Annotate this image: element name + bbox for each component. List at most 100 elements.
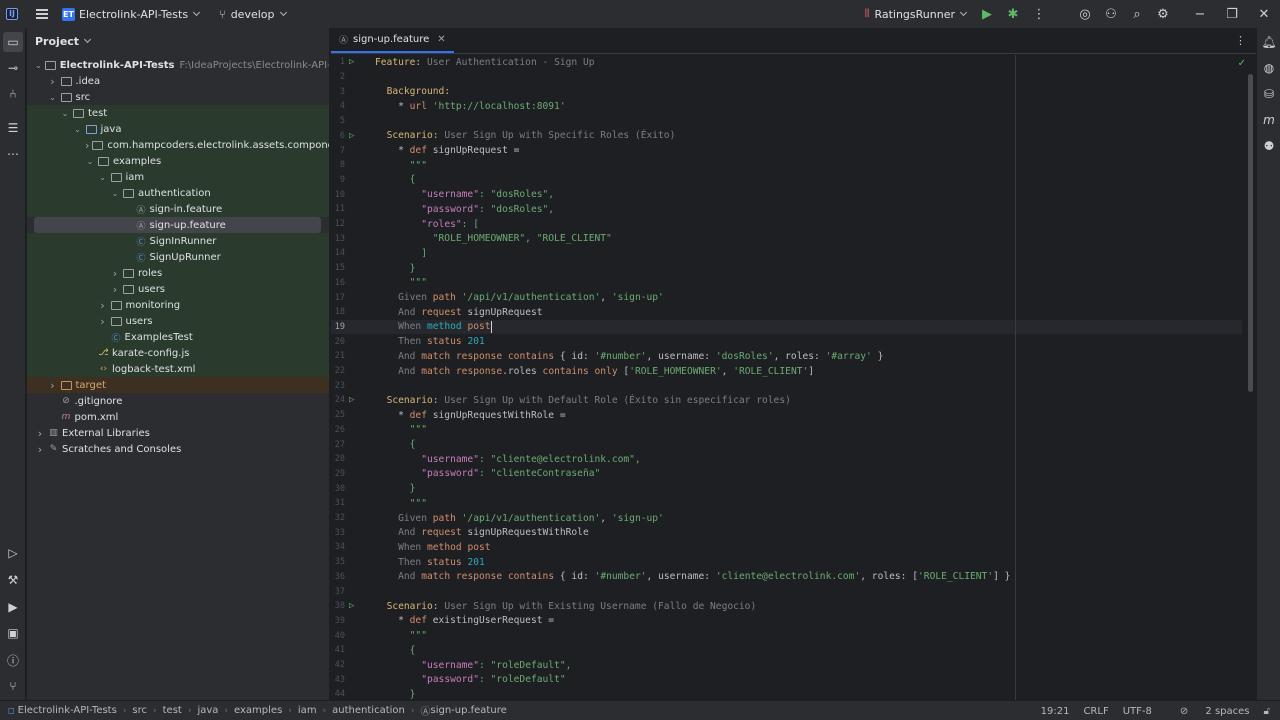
tree-item[interactable]: › roles [27, 265, 329, 281]
inspection-ok-icon[interactable]: ✓ [1238, 58, 1246, 69]
code-line[interactable]: 31 """ [331, 496, 1242, 511]
tabs-more-icon[interactable]: ⋮ [1235, 34, 1246, 47]
tree-item[interactable]: › ▥ External Libraries [27, 425, 329, 441]
code-line[interactable]: 17 Given path '/api/v1/authentication', … [331, 290, 1242, 305]
code-line[interactable]: 20 Then status 201 [331, 334, 1242, 349]
code-line[interactable]: 38 ▷ Scenario: User Sign Up with Existing… [331, 599, 1242, 614]
code-line[interactable]: 33 And request signUpRequestWithRole [331, 525, 1242, 540]
commit-tool-icon[interactable]: ⊸ [3, 58, 23, 78]
run-scenario-icon[interactable]: ▷ [345, 601, 375, 611]
tree-item[interactable]: ⊘ .gitignore [27, 393, 329, 409]
code-line[interactable]: 16 """ [331, 276, 1242, 291]
pull-requests-icon[interactable]: ⑃ [3, 84, 23, 104]
line-separator[interactable]: CRLF [1083, 706, 1108, 717]
code-line[interactable]: 30 } [331, 481, 1242, 496]
code-line[interactable]: 25 * def signUpRequestWithRole = [331, 408, 1242, 423]
expand-arrow-icon[interactable]: ⌄ [110, 189, 120, 198]
code-line[interactable]: 9 { [331, 173, 1242, 188]
code-line[interactable]: 15 } [331, 261, 1242, 276]
branch-switcher[interactable]: ⑂ develop [219, 0, 287, 28]
tree-item[interactable]: Ⓒ SignUpRunner [27, 249, 329, 265]
collapse-arrow-icon[interactable]: › [110, 267, 120, 280]
main-menu-icon[interactable] [36, 9, 48, 19]
run-tool-icon[interactable]: ▷ [3, 543, 23, 563]
run-config-selector[interactable]: ⦀ RatingsRunner [865, 0, 968, 28]
code-line[interactable]: 5 [331, 114, 1242, 129]
ai-assistant-icon[interactable]: ◎ [1072, 0, 1098, 28]
tree-item[interactable]: ⌄ Electrolink-API-Tests F:\IdeaProjects\El… [27, 57, 329, 73]
debug-icon[interactable]: ✱ [1000, 0, 1026, 28]
services-tool-icon[interactable]: ▶ [3, 597, 23, 617]
project-panel-header[interactable]: Project [27, 28, 329, 54]
tree-item[interactable]: › com.hampcoders.electrolink.assets.compo… [27, 137, 329, 153]
code-line[interactable]: 24 ▷ Scenario: User Sign Up with Default … [331, 393, 1242, 408]
code-line[interactable]: 12 "roles": [ [331, 217, 1242, 232]
code-line[interactable]: 22 And match response .roles contains onl… [331, 364, 1242, 379]
code-line[interactable]: 6 ▷ Scenario: User Sign Up with Specific … [331, 129, 1242, 144]
database-icon[interactable]: ⛁ [1259, 84, 1279, 104]
problems-tool-icon[interactable]: ⓘ [3, 650, 23, 670]
tree-item[interactable]: m pom.xml [27, 409, 329, 425]
more-tools-icon[interactable]: ⋯ [3, 144, 23, 164]
close-tab-icon[interactable]: ✕ [437, 34, 445, 45]
vertical-scrollbar[interactable] [1248, 74, 1253, 392]
tab-sign-up-feature[interactable]: Ⓐ sign-up.feature ✕ [331, 27, 454, 53]
code-line[interactable]: 39 * def existingUserRequest = [331, 614, 1242, 629]
code-line[interactable]: 1 ▷ Feature: User Authentication - Sign Up [331, 55, 1242, 70]
code-line[interactable]: 13 "ROLE_HOMEOWNER", "ROLE_CLIENT" [331, 231, 1242, 246]
tree-item[interactable]: ⌄ examples [27, 153, 329, 169]
more-actions-icon[interactable]: ⋮ [1026, 0, 1052, 28]
tree-item[interactable]: Ⓒ ExamplesTest [27, 329, 329, 345]
tree-item[interactable]: ⌄ authentication [27, 185, 329, 201]
expand-arrow-icon[interactable]: ⌄ [98, 173, 108, 182]
code-with-me-icon[interactable]: ⚇ [1098, 0, 1124, 28]
code-line[interactable]: 34 When method post [331, 540, 1242, 555]
collapse-arrow-icon[interactable]: › [48, 379, 58, 392]
breadcrumb-item[interactable]: Electrolink-API-Tests [18, 705, 117, 716]
tree-item[interactable]: ⌄ test [27, 105, 329, 121]
caret-position[interactable]: 19:21 [1041, 706, 1070, 717]
code-line[interactable]: 14 ] [331, 246, 1242, 261]
breadcrumb-item[interactable]: sign-up.feature [430, 705, 506, 716]
settings-gear-icon[interactable]: ⚙ [1150, 0, 1176, 28]
collapse-arrow-icon[interactable]: › [98, 315, 108, 328]
structure-tool-icon[interactable]: ☰ [3, 118, 23, 138]
breadcrumb-item[interactable]: java [197, 705, 218, 716]
code-line[interactable]: 3 Background: [331, 84, 1242, 99]
collapse-arrow-icon[interactable]: › [35, 443, 45, 456]
run-scenario-icon[interactable]: ▷ [345, 395, 375, 405]
expand-arrow-icon[interactable]: ⌄ [73, 125, 83, 134]
code-line[interactable]: 7 * def signUpRequest = [331, 143, 1242, 158]
code-line[interactable]: 32 Given path '/api/v1/authentication', … [331, 511, 1242, 526]
tree-item[interactable]: Ⓐsign-up.feature [34, 217, 321, 233]
code-line[interactable]: 44 } [331, 687, 1242, 700]
maven-icon[interactable]: m [1259, 110, 1279, 130]
tree-item[interactable]: ⌄ src [27, 89, 329, 105]
breadcrumb-item[interactable]: authentication [332, 705, 405, 716]
code-line[interactable]: 29 "password": "clienteContraseña" [331, 467, 1242, 482]
tree-item[interactable]: › monitoring [27, 297, 329, 313]
code-line[interactable]: 8 """ [331, 158, 1242, 173]
project-tool-icon[interactable]: ▭ [3, 32, 23, 52]
karate-tool-icon[interactable]: ⚉ [1259, 136, 1279, 156]
ai-chat-icon[interactable]: ◍ [1259, 58, 1279, 78]
code-line[interactable]: 18 And request signUpRequest [331, 305, 1242, 320]
git-tool-icon[interactable]: ⑂ [3, 676, 23, 696]
collapse-arrow-icon[interactable]: › [110, 283, 120, 296]
file-encoding[interactable]: UTF-8 [1123, 706, 1152, 717]
code-line[interactable]: 11 "password": "dosRoles", [331, 202, 1242, 217]
breadcrumb-item[interactable]: iam [298, 705, 317, 716]
run-icon[interactable]: ▶ [974, 0, 1000, 28]
code-line[interactable]: 23 [331, 378, 1242, 393]
minimize-icon[interactable]: − [1184, 0, 1216, 28]
code-editor[interactable]: 1 ▷ Feature: User Authentication - Sign Up… [331, 55, 1256, 700]
run-scenario-icon[interactable]: ▷ [345, 131, 375, 141]
code-line[interactable]: 26 """ [331, 423, 1242, 438]
code-line[interactable]: 43 "password": "roleDefault" [331, 672, 1242, 687]
expand-arrow-icon[interactable]: ⌄ [85, 157, 95, 166]
terminal-tool-icon[interactable]: ▣ [3, 623, 23, 643]
search-icon[interactable]: ⌕ [1124, 0, 1150, 28]
code-line[interactable]: 40 """ [331, 628, 1242, 643]
code-line[interactable]: 42 "username": "roleDefault", [331, 658, 1242, 673]
code-line[interactable]: 37 [331, 584, 1242, 599]
